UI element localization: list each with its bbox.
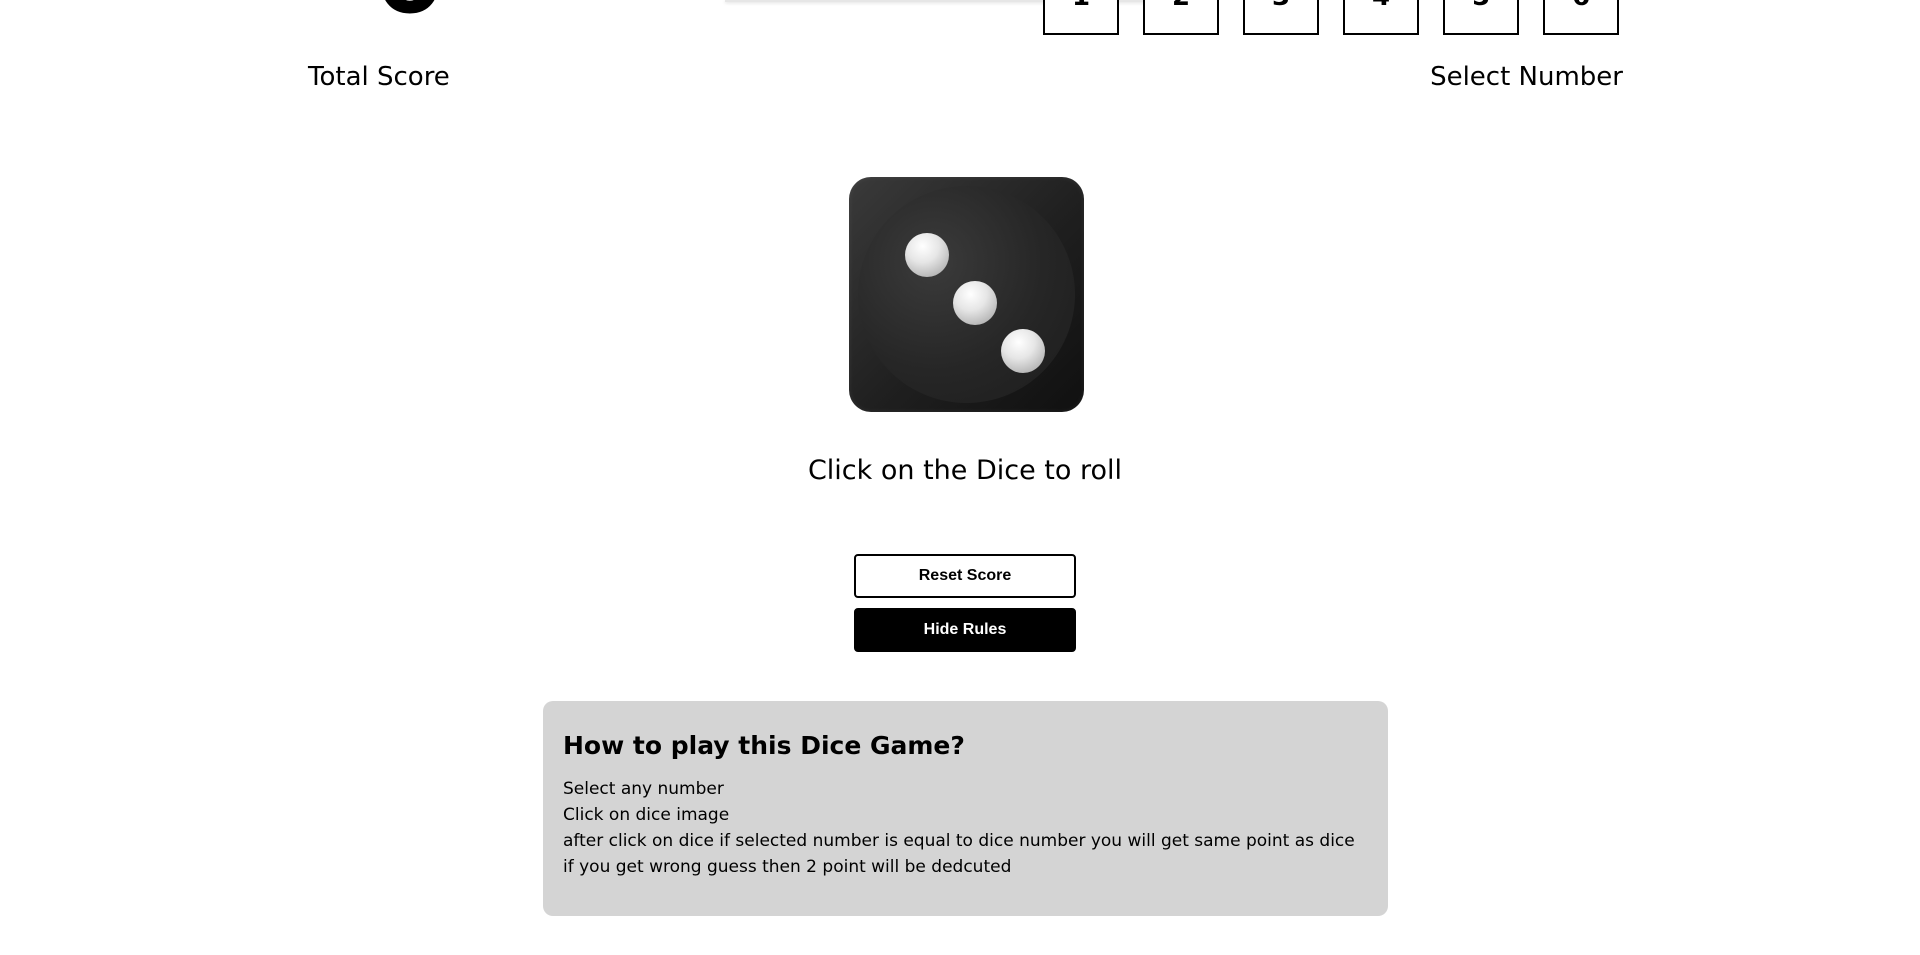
select-number-label: Select Number	[1430, 62, 1623, 92]
number-option-4[interactable]: 4	[1343, 0, 1419, 35]
dice-pip	[1001, 329, 1045, 373]
rules-title: How to play this Dice Game?	[563, 731, 965, 760]
total-score-value: 0	[375, 0, 445, 28]
dice-image[interactable]	[849, 177, 1084, 412]
dice-pip	[905, 233, 949, 277]
rules-line: Click on dice image	[563, 805, 730, 825]
rules-line: if you get wrong guess then 2 point will…	[563, 857, 1012, 877]
rules-panel: How to play this Dice Game? Select any n…	[543, 701, 1388, 916]
reset-score-button[interactable]: Reset Score	[854, 554, 1076, 598]
roll-instruction: Click on the Dice to roll	[807, 455, 1123, 486]
dice-face	[858, 186, 1075, 403]
number-option-5[interactable]: 5	[1443, 0, 1519, 35]
dice-pip	[953, 281, 997, 325]
dice-game-page: 0 Total Score 1 2 3 4 5 6 Select Number …	[0, 0, 1920, 955]
hide-rules-button[interactable]: Hide Rules	[854, 608, 1076, 652]
total-score-label: Total Score	[308, 62, 450, 92]
rules-line: after click on dice if selected number i…	[563, 831, 1355, 851]
number-selector: 1 2 3 4 5 6	[1043, 0, 1619, 35]
number-option-3[interactable]: 3	[1243, 0, 1319, 35]
number-option-2[interactable]: 2	[1143, 0, 1219, 35]
rules-line: Select any number	[563, 779, 724, 799]
number-option-6[interactable]: 6	[1543, 0, 1619, 35]
number-option-1[interactable]: 1	[1043, 0, 1119, 35]
